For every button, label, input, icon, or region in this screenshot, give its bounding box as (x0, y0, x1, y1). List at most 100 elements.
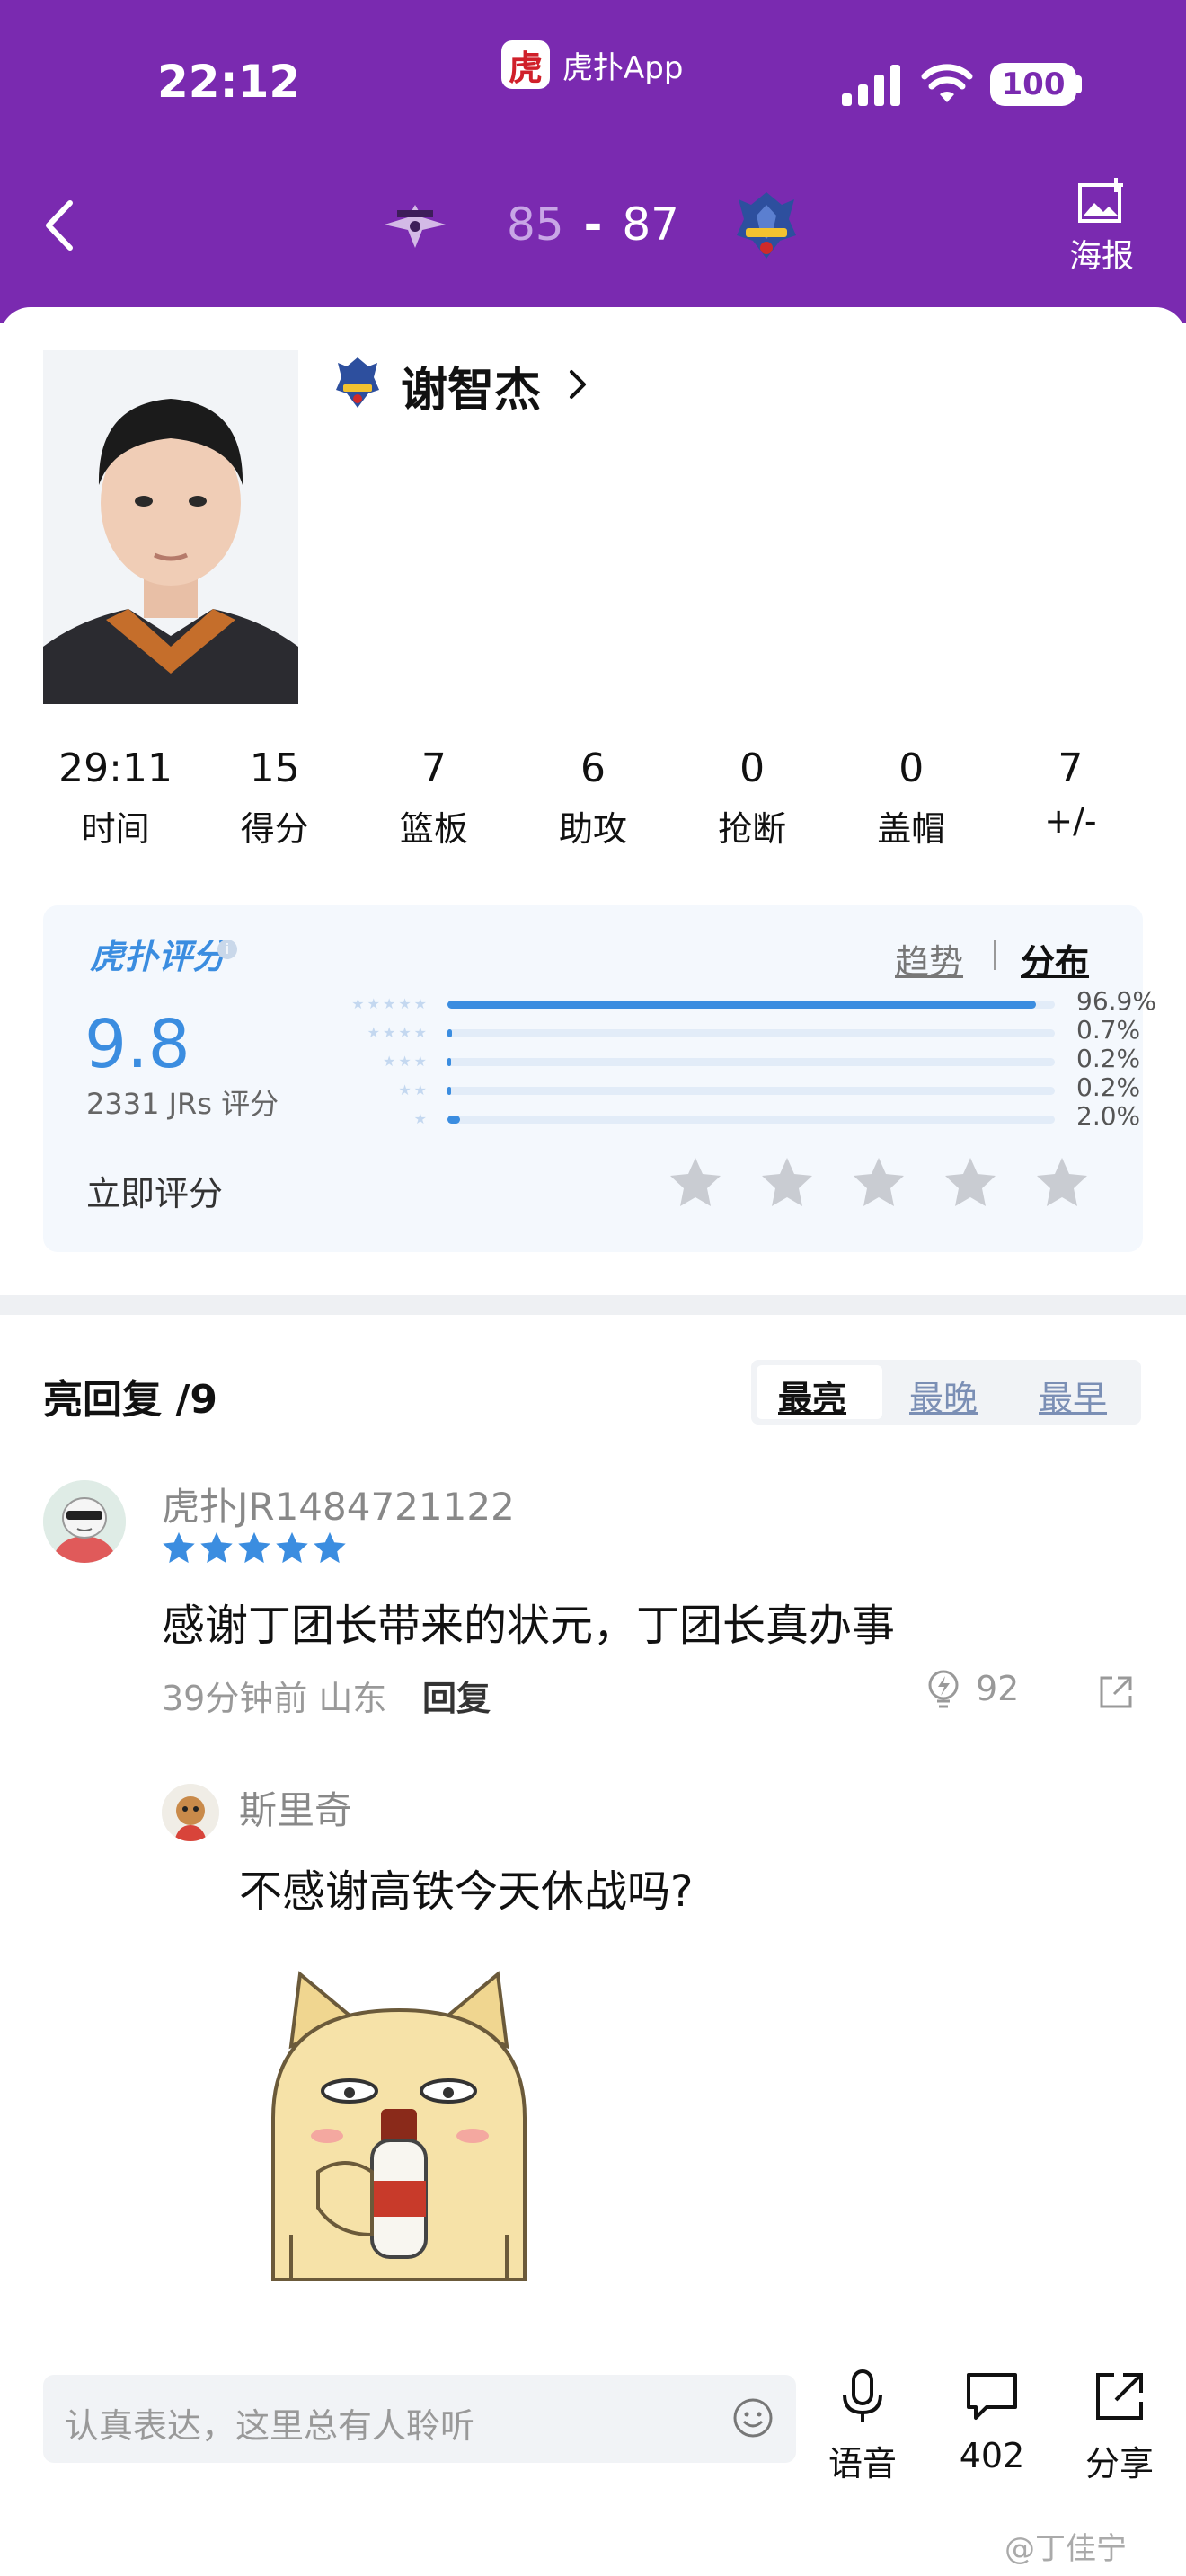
star-icon (200, 1531, 233, 1564)
home-team-logo-icon[interactable] (381, 198, 449, 255)
star-level-icon: ★★★★★ (351, 995, 429, 1012)
distribution-percent: 96.9% (1076, 986, 1156, 1016)
stat-value: 15 (249, 745, 300, 791)
distribution-fill (447, 1058, 452, 1066)
distribution-track (447, 1087, 1055, 1095)
stat-label: +/- (1044, 801, 1097, 841)
battery-indicator: 100 (990, 63, 1076, 106)
star-icon (163, 1531, 195, 1564)
player-photo (43, 350, 298, 704)
star-icon[interactable] (943, 1155, 997, 1209)
sort-earliest[interactable]: 最早 (1039, 1371, 1107, 1420)
distribution-row-5: ★★★★★ 96.9% (277, 986, 1156, 1017)
comment-text: 感谢丁团长带来的状元，丁团长真办事 (162, 1601, 896, 1651)
battery-tip (1076, 75, 1082, 93)
sort-brightest[interactable]: 最亮 (778, 1371, 846, 1420)
distribution-percent: 2.0% (1076, 1101, 1141, 1131)
stat-time: 29:11 时间 (36, 745, 195, 871)
signal-icon (842, 65, 900, 106)
tab-distribution[interactable]: 分布 (1021, 934, 1089, 984)
distribution-percent: 0.7% (1076, 1015, 1141, 1045)
stat-value: 0 (739, 745, 766, 791)
comment-input[interactable]: 认真表达，这里总有人聆听 (43, 2375, 796, 2463)
player-team-logo-icon (336, 357, 379, 408)
game-score: 85 - 87 (503, 196, 683, 253)
avatar[interactable] (162, 1784, 219, 1841)
distribution-percent: 0.2% (1076, 1072, 1141, 1102)
distribution-track (447, 1029, 1055, 1037)
distribution-fill (447, 1029, 452, 1037)
home-score: 85 (506, 198, 564, 251)
star-level-icon: ★ (413, 1110, 429, 1127)
stat-label: 时间 (81, 809, 150, 849)
distribution-fill (447, 1087, 452, 1095)
distribution-fill (447, 1116, 460, 1124)
reply-button[interactable]: 回复 (422, 1671, 491, 1720)
info-icon[interactable]: i (217, 940, 237, 959)
back-arrow-icon[interactable] (40, 196, 84, 255)
section-divider (0, 1295, 1186, 1315)
stat-assists: 6 助攻 (513, 745, 672, 871)
stat-value: 7 (420, 745, 447, 791)
star-icon (238, 1531, 270, 1564)
distribution-row-3: ★★★ 0.2% (277, 1044, 1140, 1074)
distribution-track (447, 1058, 1055, 1066)
distribution-row-2: ★★ 0.2% (277, 1072, 1140, 1103)
comments-button[interactable]: 402 (938, 2368, 1046, 2484)
stat-value: 0 (898, 745, 925, 791)
player-name[interactable]: 谢智杰 (401, 352, 541, 419)
poster-button[interactable]: 海报 (1057, 178, 1146, 277)
poster-label: 海报 (1068, 238, 1134, 275)
star-level-icon: ★★ (398, 1081, 429, 1098)
away-score: 87 (622, 198, 679, 251)
score-separator: - (583, 198, 603, 251)
star-icon[interactable] (760, 1155, 814, 1209)
share-icon (1096, 2373, 1143, 2420)
emoji-icon[interactable] (731, 2396, 774, 2439)
status-time: 22:12 (157, 56, 301, 108)
star-icon[interactable] (852, 1155, 906, 1209)
light-bulb-icon[interactable] (925, 1669, 961, 1712)
voice-label: 语音 (828, 2444, 897, 2483)
stat-label: 抢断 (718, 809, 787, 849)
app-logo-icon: 虎 (501, 40, 550, 89)
distribution-percent: 0.2% (1076, 1044, 1141, 1073)
rate-star-picker[interactable] (668, 1155, 1118, 1213)
star-icon[interactable] (668, 1155, 722, 1209)
rating-count: 2331 JRs 评分 (86, 1087, 279, 1121)
stat-value: 6 (580, 745, 606, 791)
reply-username[interactable]: 斯里奇 (239, 1780, 352, 1835)
chevron-right-icon[interactable] (566, 366, 589, 402)
input-placeholder: 认真表达，这里总有人聆听 (65, 2406, 475, 2446)
stat-steals: 0 抢断 (673, 745, 832, 871)
stat-rebounds: 7 篮板 (354, 745, 513, 871)
comment-username[interactable]: 虎扑JR1484721122 (162, 1477, 515, 1531)
distribution-fill (447, 1001, 1037, 1009)
rating-panel: 虎扑评分 i 9.8 2331 JRs 评分 趋势 分布 ★★★★★ 96.9%… (43, 905, 1156, 1252)
comment-bubble-icon (967, 2373, 1017, 2420)
comment-count: 402 (959, 2436, 1025, 2475)
comment-meta: 39分钟前 山东 (162, 1679, 387, 1718)
voice-button[interactable]: 语音 (809, 2368, 916, 2484)
star-icon (276, 1531, 308, 1564)
share-button[interactable]: 分享 (1066, 2368, 1173, 2484)
rating-brand-label: 虎扑评分 (90, 937, 227, 976)
sort-latest[interactable]: 最晚 (909, 1371, 978, 1420)
replies-title: 亮回复 /9 (43, 1377, 218, 1423)
stat-blocks: 0 盖帽 (832, 745, 991, 871)
share-icon[interactable] (1098, 1674, 1134, 1710)
stat-points: 15 得分 (195, 745, 354, 871)
away-team-logo-icon[interactable] (730, 189, 803, 262)
image-icon (1078, 178, 1123, 223)
star-icon[interactable] (1035, 1155, 1089, 1209)
stat-label: 盖帽 (877, 809, 946, 849)
tab-trend[interactable]: 趋势 (895, 934, 963, 984)
microphone-icon (843, 2369, 882, 2422)
star-level-icon: ★★★ (382, 1053, 429, 1070)
dog-sticker-image[interactable] (237, 1938, 561, 2298)
share-label: 分享 (1084, 2444, 1154, 2483)
app-name: 虎扑App (562, 49, 684, 86)
avatar[interactable] (43, 1480, 126, 1563)
reply-text: 不感谢高铁今天休战吗? (239, 1866, 694, 1917)
wifi-icon (921, 64, 973, 102)
